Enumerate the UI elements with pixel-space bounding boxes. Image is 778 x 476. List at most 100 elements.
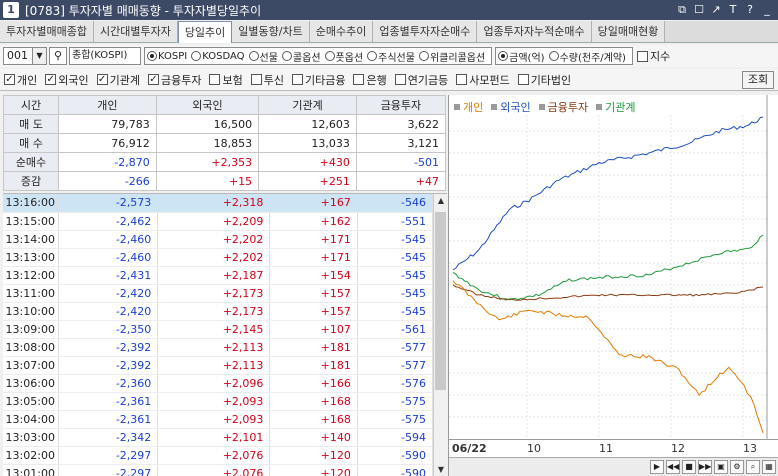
market-code-input[interactable]: 001	[3, 47, 33, 65]
table-row[interactable]: 13:06:00 -2,360 +2,096 +166 -576	[3, 374, 434, 393]
table-cell: 13:09:00	[3, 320, 59, 339]
table-cell: -2,462	[58, 212, 159, 231]
tab-1[interactable]: 시간대별투자자	[93, 21, 178, 42]
market-radio-0[interactable]: KOSPI	[147, 51, 187, 62]
table-row[interactable]: 13:02:00 -2,297 +2,076 +120 -590	[3, 446, 434, 465]
investor-checkbox-5[interactable]: 투신	[250, 72, 284, 88]
lookup-button[interactable]: 조회	[742, 71, 774, 89]
checkbox-icon	[636, 50, 648, 62]
investor-checkboxes: ✓ 개인 ✓ 외국인 ✓ 기관계 ✓ 금융투자 보험 투신 기타금융 은행 연기금등 사모펀드 기타법인	[0, 72, 575, 88]
stop-icon[interactable]: ■	[682, 460, 696, 474]
table-cell: -2,342	[58, 428, 159, 447]
table-row[interactable]: 13:01:00 -2,297 +2,076 +120 -590	[3, 464, 434, 476]
vertical-scrollbar[interactable]: ▲ ▼	[433, 194, 447, 476]
investor-checkbox-4[interactable]: 보험	[209, 72, 243, 88]
scroll-down-icon[interactable]: ▼	[434, 463, 447, 476]
market-radio-4[interactable]: 풋옵션	[324, 49, 363, 64]
zoom-icon[interactable]: ⌕	[746, 460, 760, 474]
table-row[interactable]: 13:07:00 -2,392 +2,113 +181 -577	[3, 356, 434, 375]
tab-7[interactable]: 당일매매현황	[591, 21, 666, 42]
investor-checkbox-0[interactable]: ✓ 개인	[4, 72, 37, 88]
table-cell: 13:03:00	[3, 428, 59, 447]
table-cell: 13:05:00	[3, 392, 59, 411]
scroll-up-icon[interactable]: ▲	[434, 194, 447, 208]
table-cell: +168	[269, 392, 358, 411]
market-radio-5[interactable]: 주식선물	[367, 49, 415, 64]
tab-6[interactable]: 업종투자자누적순매수	[477, 21, 592, 42]
market-radio-label: 선물	[259, 52, 278, 64]
investor-checkbox-9[interactable]: 사모펀드	[456, 72, 510, 88]
investor-checkbox-1[interactable]: ✓ 외국인	[45, 72, 89, 88]
tab-3[interactable]: 일별동향/차트	[232, 21, 310, 42]
market-radio-2[interactable]: 선물	[248, 49, 278, 64]
tab-4[interactable]: 순매수추이	[309, 21, 374, 42]
link-icon[interactable]: ☐	[692, 2, 706, 17]
table-cell: -2,360	[58, 374, 159, 393]
minimize-icon[interactable]: _	[760, 2, 774, 17]
market-radio-3[interactable]: 콜옵션	[281, 49, 321, 64]
institution-series-line	[452, 234, 764, 301]
search-icon[interactable]: ⚲	[49, 47, 67, 65]
table-row[interactable]: 13:05:00 -2,361 +2,093 +168 -575	[3, 392, 434, 411]
table-row[interactable]: 13:10:00 -2,420 +2,173 +157 -545	[3, 302, 434, 321]
help-icon[interactable]: ?	[743, 2, 757, 17]
investor-checkbox-2[interactable]: ✓ 기관계	[96, 72, 140, 88]
table-cell: -2,460	[58, 248, 159, 267]
table-cell: +2,145	[157, 320, 271, 339]
checkbox-icon: ✓	[96, 74, 108, 85]
summary-table: 시간 개인 외국인 기관계 금융투자 매 도 79,783 16,500 12,603 3,622…	[3, 95, 447, 191]
forward-icon[interactable]: ▶▶	[698, 460, 712, 474]
table-row[interactable]: 13:04:00 -2,361 +2,093 +168 -575	[3, 410, 434, 429]
scroll-thumb[interactable]	[435, 212, 446, 390]
radio-icon	[418, 51, 429, 61]
table-cell: -545	[357, 284, 434, 303]
export-icon[interactable]: ↗	[709, 2, 723, 17]
individual-series-line	[452, 280, 764, 434]
tab-2[interactable]: 당일추이	[177, 21, 233, 43]
table-row[interactable]: 13:15:00 -2,462 +2,209 +162 -551	[3, 212, 434, 231]
investor-checkbox-label: 기타법인	[530, 73, 572, 87]
checkbox-icon	[353, 74, 365, 85]
table-row[interactable]: 13:13:00 -2,460 +2,202 +171 -545	[3, 248, 434, 267]
legend-marker	[596, 104, 603, 110]
radio-icon	[367, 51, 378, 61]
tab-5[interactable]: 업종별투자자순매수	[373, 21, 478, 42]
unit-radio-0[interactable]: 금액(억)	[498, 49, 545, 64]
table-cell: +2,173	[157, 302, 271, 321]
table-cell: +2,093	[157, 410, 271, 429]
rewind-icon[interactable]: ◀◀	[666, 460, 680, 474]
tab-0[interactable]: 투자자별매매종합	[0, 21, 94, 42]
table-row[interactable]: 13:08:00 -2,392 +2,113 +181 -577	[3, 338, 434, 357]
table-cell: +2,209	[157, 212, 271, 231]
table-row[interactable]: 13:14:00 -2,460 +2,202 +171 -545	[3, 230, 434, 249]
table-row[interactable]: 13:11:00 -2,420 +2,173 +157 -545	[3, 284, 434, 303]
investor-checkbox-3[interactable]: ✓ 금융투자	[148, 72, 201, 88]
play-icon[interactable]: ▶	[650, 460, 664, 474]
table-row[interactable]: 13:16:00 -2,573 +2,318 +167 -546	[3, 194, 434, 213]
grid-icon[interactable]: ▦	[762, 460, 776, 474]
investor-checkbox-8[interactable]: 연기금등	[394, 72, 448, 88]
market-radio-6[interactable]: 위클리콜옵션	[418, 49, 485, 64]
table-row[interactable]: 13:09:00 -2,350 +2,145 +107 -561	[3, 320, 434, 339]
screenshot-icon[interactable]: ▣	[714, 460, 728, 474]
table-row[interactable]: 13:03:00 -2,342 +2,101 +140 -594	[3, 428, 434, 447]
settings-icon[interactable]: ⚙	[730, 460, 744, 474]
investor-checkbox-7[interactable]: 은행	[353, 72, 387, 88]
time-table: 13:16:00 -2,573 +2,318 +167 -546 13:15:00 -2,4…	[3, 194, 434, 476]
legend-item-2: 금융투자	[538, 99, 588, 115]
table-cell: 13:11:00	[3, 284, 59, 303]
checkbox-icon	[209, 74, 221, 85]
font-icon[interactable]: T	[726, 2, 740, 17]
table-row[interactable]: 13:12:00 -2,431 +2,187 +154 -545	[3, 266, 434, 285]
checkbox-icon	[456, 74, 468, 85]
table-cell: 13:10:00	[3, 302, 59, 321]
investor-checkbox-10[interactable]: 기타법인	[517, 72, 572, 88]
index-checkbox[interactable]: 지수	[636, 48, 670, 64]
table-cell: -575	[357, 392, 434, 411]
market-radio-1[interactable]: KOSDAQ	[191, 51, 245, 62]
investor-checkbox-6[interactable]: 기타금융	[291, 72, 345, 88]
unit-radio-1[interactable]: 수량(천주/계약)	[548, 49, 626, 64]
summary-header-cell: 금융투자	[355, 95, 447, 115]
chevron-down-icon[interactable]: ▼	[33, 47, 47, 65]
copy-icon[interactable]: ⧉	[675, 2, 689, 17]
